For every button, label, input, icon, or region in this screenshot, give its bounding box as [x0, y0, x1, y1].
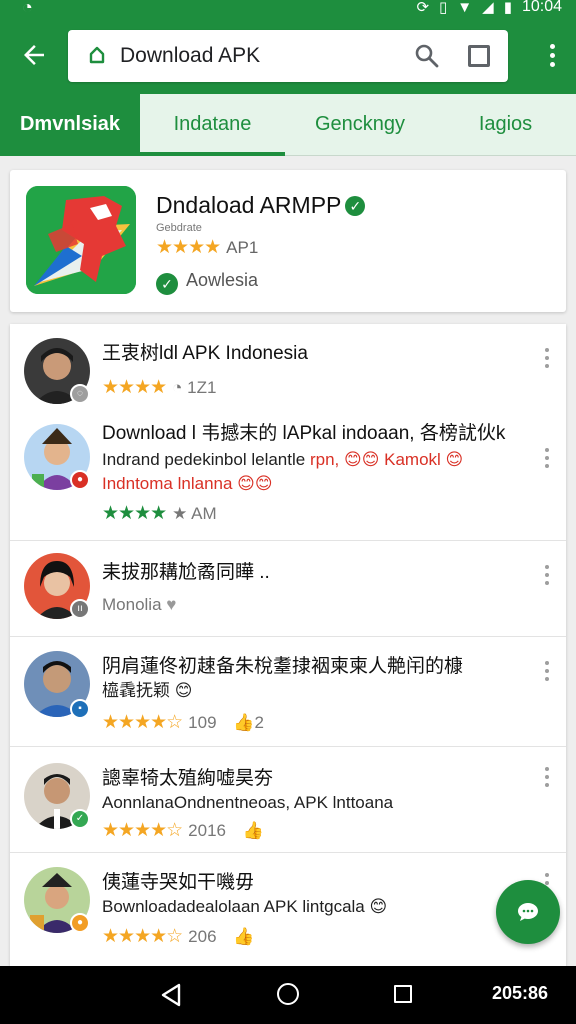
nav-home-icon[interactable] [277, 983, 299, 1005]
overflow-menu-icon[interactable] [544, 448, 550, 472]
review-count: 2016 [188, 821, 226, 840]
review-meta: ★★★★☆ 2016 👍 [102, 819, 264, 842]
tab-4[interactable]: Iagios [435, 94, 576, 156]
tab-2[interactable]: Indatane [140, 94, 285, 156]
app-card[interactable]: Dndaload ARMPP ✓ Gebdrate ★★★★ AP1 ✓ Aowles… [10, 170, 566, 312]
review-body-2: Indntoma lnlanna 😊😊 [102, 474, 273, 493]
app-icon [26, 186, 136, 294]
review-title: 耒拔那耩尬矞同瞱 .. [102, 562, 270, 583]
avatar-badge: ıı [70, 599, 90, 619]
overflow-menu-icon[interactable] [544, 661, 550, 685]
status-time: 10:04 [521, 0, 562, 15]
review-list: ◌ 王衷树ldl APK Indonesia ★★★★ ◔ 1Z1 ● Downl… [10, 324, 566, 966]
rating-stars: ★★★★☆ [102, 712, 183, 733]
app-bar: Download APK [0, 18, 576, 94]
list-item[interactable]: ✓ 謥辜犄太殖絢嘘昊夯 AonnlanaOndnentneoas, APK ln… [10, 746, 566, 852]
battery-icon: ▮ [503, 0, 512, 16]
overflow-menu-icon[interactable] [548, 44, 556, 70]
tabs-icon[interactable] [468, 45, 490, 67]
status-bar: ◔ ⟳ ▯ ▼ ◢ ▮ 10:04 [0, 0, 576, 18]
avatar-badge: ▪ [70, 699, 90, 719]
avatar-badge: ◌ [70, 384, 90, 404]
review-body: Indrand pedekinbol lelantle rpn, 😊😊 Kamo… [102, 448, 463, 472]
review-author: Monolia [102, 595, 162, 614]
thumbs-up-icon: 👍 [242, 821, 264, 840]
rating-stars: ★★★★ [102, 503, 167, 524]
signal-icon: ◢ [482, 0, 494, 16]
list-item[interactable]: ● 侇蓮寺哭如干嘰毋 Bownloadadealolaan APK lintgc… [10, 852, 566, 966]
overflow-menu-icon[interactable] [544, 348, 550, 372]
nav-back-icon[interactable] [160, 983, 182, 1007]
avatar-badge: ● [70, 913, 90, 933]
search-box[interactable]: Download APK [68, 30, 508, 82]
list-item[interactable]: ◌ 王衷树ldl APK Indonesia ★★★★ ◔ 1Z1 [10, 324, 566, 412]
lock-icon [89, 46, 105, 64]
overflow-menu-icon[interactable] [544, 565, 550, 589]
wifi-icon: ▼ [457, 0, 473, 16]
review-meta: ★★★★ ◔ 1Z1 [102, 377, 217, 398]
review-body-red: rpn, 😊😊 Kamokl 😊 [309, 450, 464, 469]
rating-stars: ★★★★☆ [102, 820, 183, 841]
back-arrow-icon[interactable] [18, 40, 50, 72]
tab-1[interactable]: Dmvnlsiak [0, 94, 140, 156]
review-meta: ★★★★☆ 206 👍 [102, 925, 254, 948]
review-count: 206 [188, 927, 217, 946]
review-meta: ★★★★☆ 109 👍2 [102, 711, 264, 734]
review-body: 橀毳抚颖 😊 [102, 681, 193, 700]
tab-bar: Dmvnlsiak Indatane Genckngy Iagios [0, 94, 576, 156]
chat-fab[interactable] [496, 880, 560, 944]
search-icon[interactable] [414, 43, 440, 69]
review-body-text: Indrand pedekinbol lelantle [102, 450, 306, 469]
review-meta: ★★★★ ★ AM [102, 503, 217, 524]
data-saver-icon: ⟳ [416, 0, 430, 16]
status-icons: ⟳ ▯ ▼ ◢ ▮ 10:04 [416, 0, 562, 16]
rating-stars: ★★★★ [156, 237, 221, 258]
rating-stars: ★★★★☆ [102, 926, 183, 947]
app-title: Dndaload ARMPP ✓ [156, 192, 366, 219]
tab-indicator [140, 152, 285, 156]
chat-bubble-icon [516, 900, 540, 929]
notification-icon: ◔ [22, 0, 33, 17]
review-count: 1Z1 [187, 378, 217, 397]
review-body: Bownloadadealolaan APK lintgcala 😊 [102, 897, 388, 916]
app-status: ✓ Aowlesia [156, 270, 258, 295]
like-count: 2 [254, 713, 264, 732]
vibrate-icon: ▯ [439, 0, 448, 16]
overflow-menu-icon[interactable] [544, 767, 550, 791]
heart-icon: ♥ [166, 595, 177, 614]
list-item[interactable]: ● Download l 韦撼末的 lAPkal indoaan, 各榜訧伙k … [10, 412, 566, 540]
thumbs-up-icon: 👍 [233, 713, 255, 732]
tab-3[interactable]: Genckngy [285, 94, 435, 156]
review-count: 109 [188, 713, 217, 732]
nav-recents-icon[interactable] [394, 985, 412, 1003]
nav-clock: 205:86 [491, 983, 548, 1003]
review-title: 謥辜犄太殖絢嘘昊夯 [102, 768, 274, 789]
thumbs-up-icon: 👍 [233, 927, 255, 946]
review-body: AonnlanaOndnentneoas, APK lnttoana [102, 793, 394, 812]
avatar-badge: ● [70, 470, 90, 490]
list-item[interactable]: ▪ 阴肩蓮佟初趚备朱梲耋捸裀柬柬人艴闬的槺 橀毳抚颖 😊 ★★★★☆ 109 👍2 [10, 636, 566, 746]
search-query[interactable]: Download APK [120, 44, 260, 68]
review-title: 侇蓮寺哭如干嘰毋 [102, 872, 255, 893]
review-title: Download l 韦撼末的 lAPkal indoaan, 各榜訧伙k [102, 423, 506, 444]
check-circle-icon: ✓ [156, 273, 178, 295]
rating-text: AP1 [226, 238, 259, 257]
review-meta: Monolia ♥ [102, 595, 176, 615]
list-item[interactable]: ıı 耒拔那耩尬矞同瞱 .. Monolia ♥ [10, 540, 566, 636]
verified-icon: ✓ [345, 196, 366, 216]
system-nav-bar: 205:86 [0, 966, 576, 1024]
avatar-badge: ✓ [70, 809, 90, 829]
review-title: 王衷树ldl APK Indonesia [102, 343, 308, 364]
app-status-text: Aowlesia [186, 270, 259, 290]
app-developer: Gebdrate [156, 222, 202, 234]
review-time: AM [191, 504, 217, 523]
rating-stars: ★★★★ [102, 377, 167, 398]
app-title-text: Dndaload ARMPP [156, 192, 342, 218]
review-title: 阴肩蓮佟初趚备朱梲耋捸裀柬柬人艴闬的槺 [102, 656, 464, 677]
app-rating: ★★★★ AP1 [156, 236, 258, 259]
